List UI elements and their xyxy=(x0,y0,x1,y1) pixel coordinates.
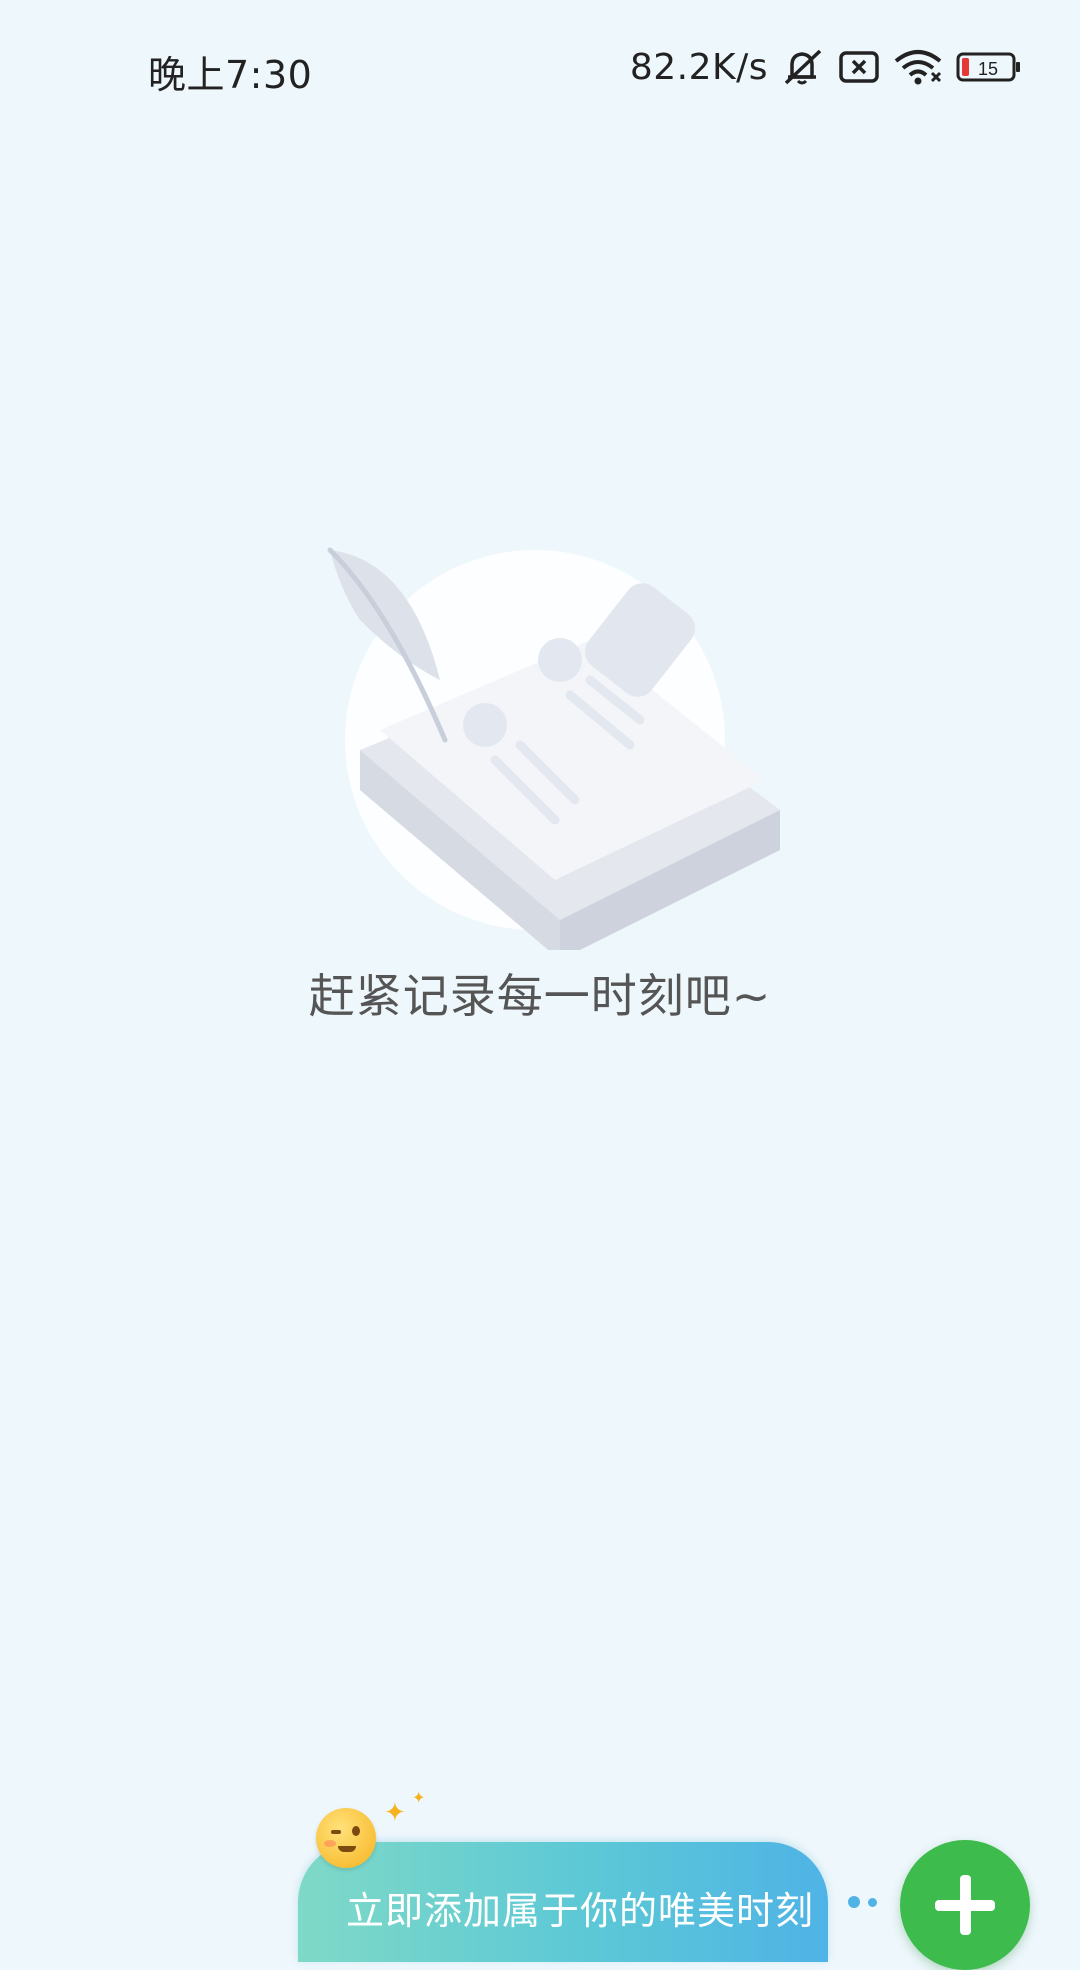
battery-level-text: 15 xyxy=(978,59,998,79)
empty-message: 赶紧记录每一时刻吧~ xyxy=(308,969,772,1023)
bubble-dot xyxy=(868,1898,877,1907)
sparkle-icon: ✦ xyxy=(384,1798,406,1828)
status-indicators: 82.2K/s 15 xyxy=(630,42,1022,92)
empty-state: 赶紧记录每一时刻吧~ xyxy=(0,530,1080,1050)
battery-icon: 15 xyxy=(956,50,1022,84)
add-button[interactable] xyxy=(900,1840,1030,1970)
bubble-dot xyxy=(848,1896,860,1908)
add-moment-prompt[interactable]: 立即添加属于你的唯美时刻 xyxy=(298,1842,828,1962)
bottom-prompt-area: ✦ ✦ 立即添加属于你的唯美时刻 xyxy=(0,1788,1080,1970)
status-bar: 晚上7:30 82.2K/s 15 xyxy=(0,0,1080,130)
status-time: 晚上7:30 xyxy=(148,53,313,97)
network-speed: 82.2K/s xyxy=(629,46,768,88)
winking-face-emoji xyxy=(316,1808,376,1868)
mute-icon xyxy=(780,47,826,87)
sim-off-icon xyxy=(838,49,880,85)
prompt-text: 立即添加属于你的唯美时刻 xyxy=(346,1889,815,1933)
empty-notebook-illustration xyxy=(320,530,780,960)
wifi-icon xyxy=(892,47,944,87)
sparkle-small-icon: ✦ xyxy=(412,1788,426,1807)
